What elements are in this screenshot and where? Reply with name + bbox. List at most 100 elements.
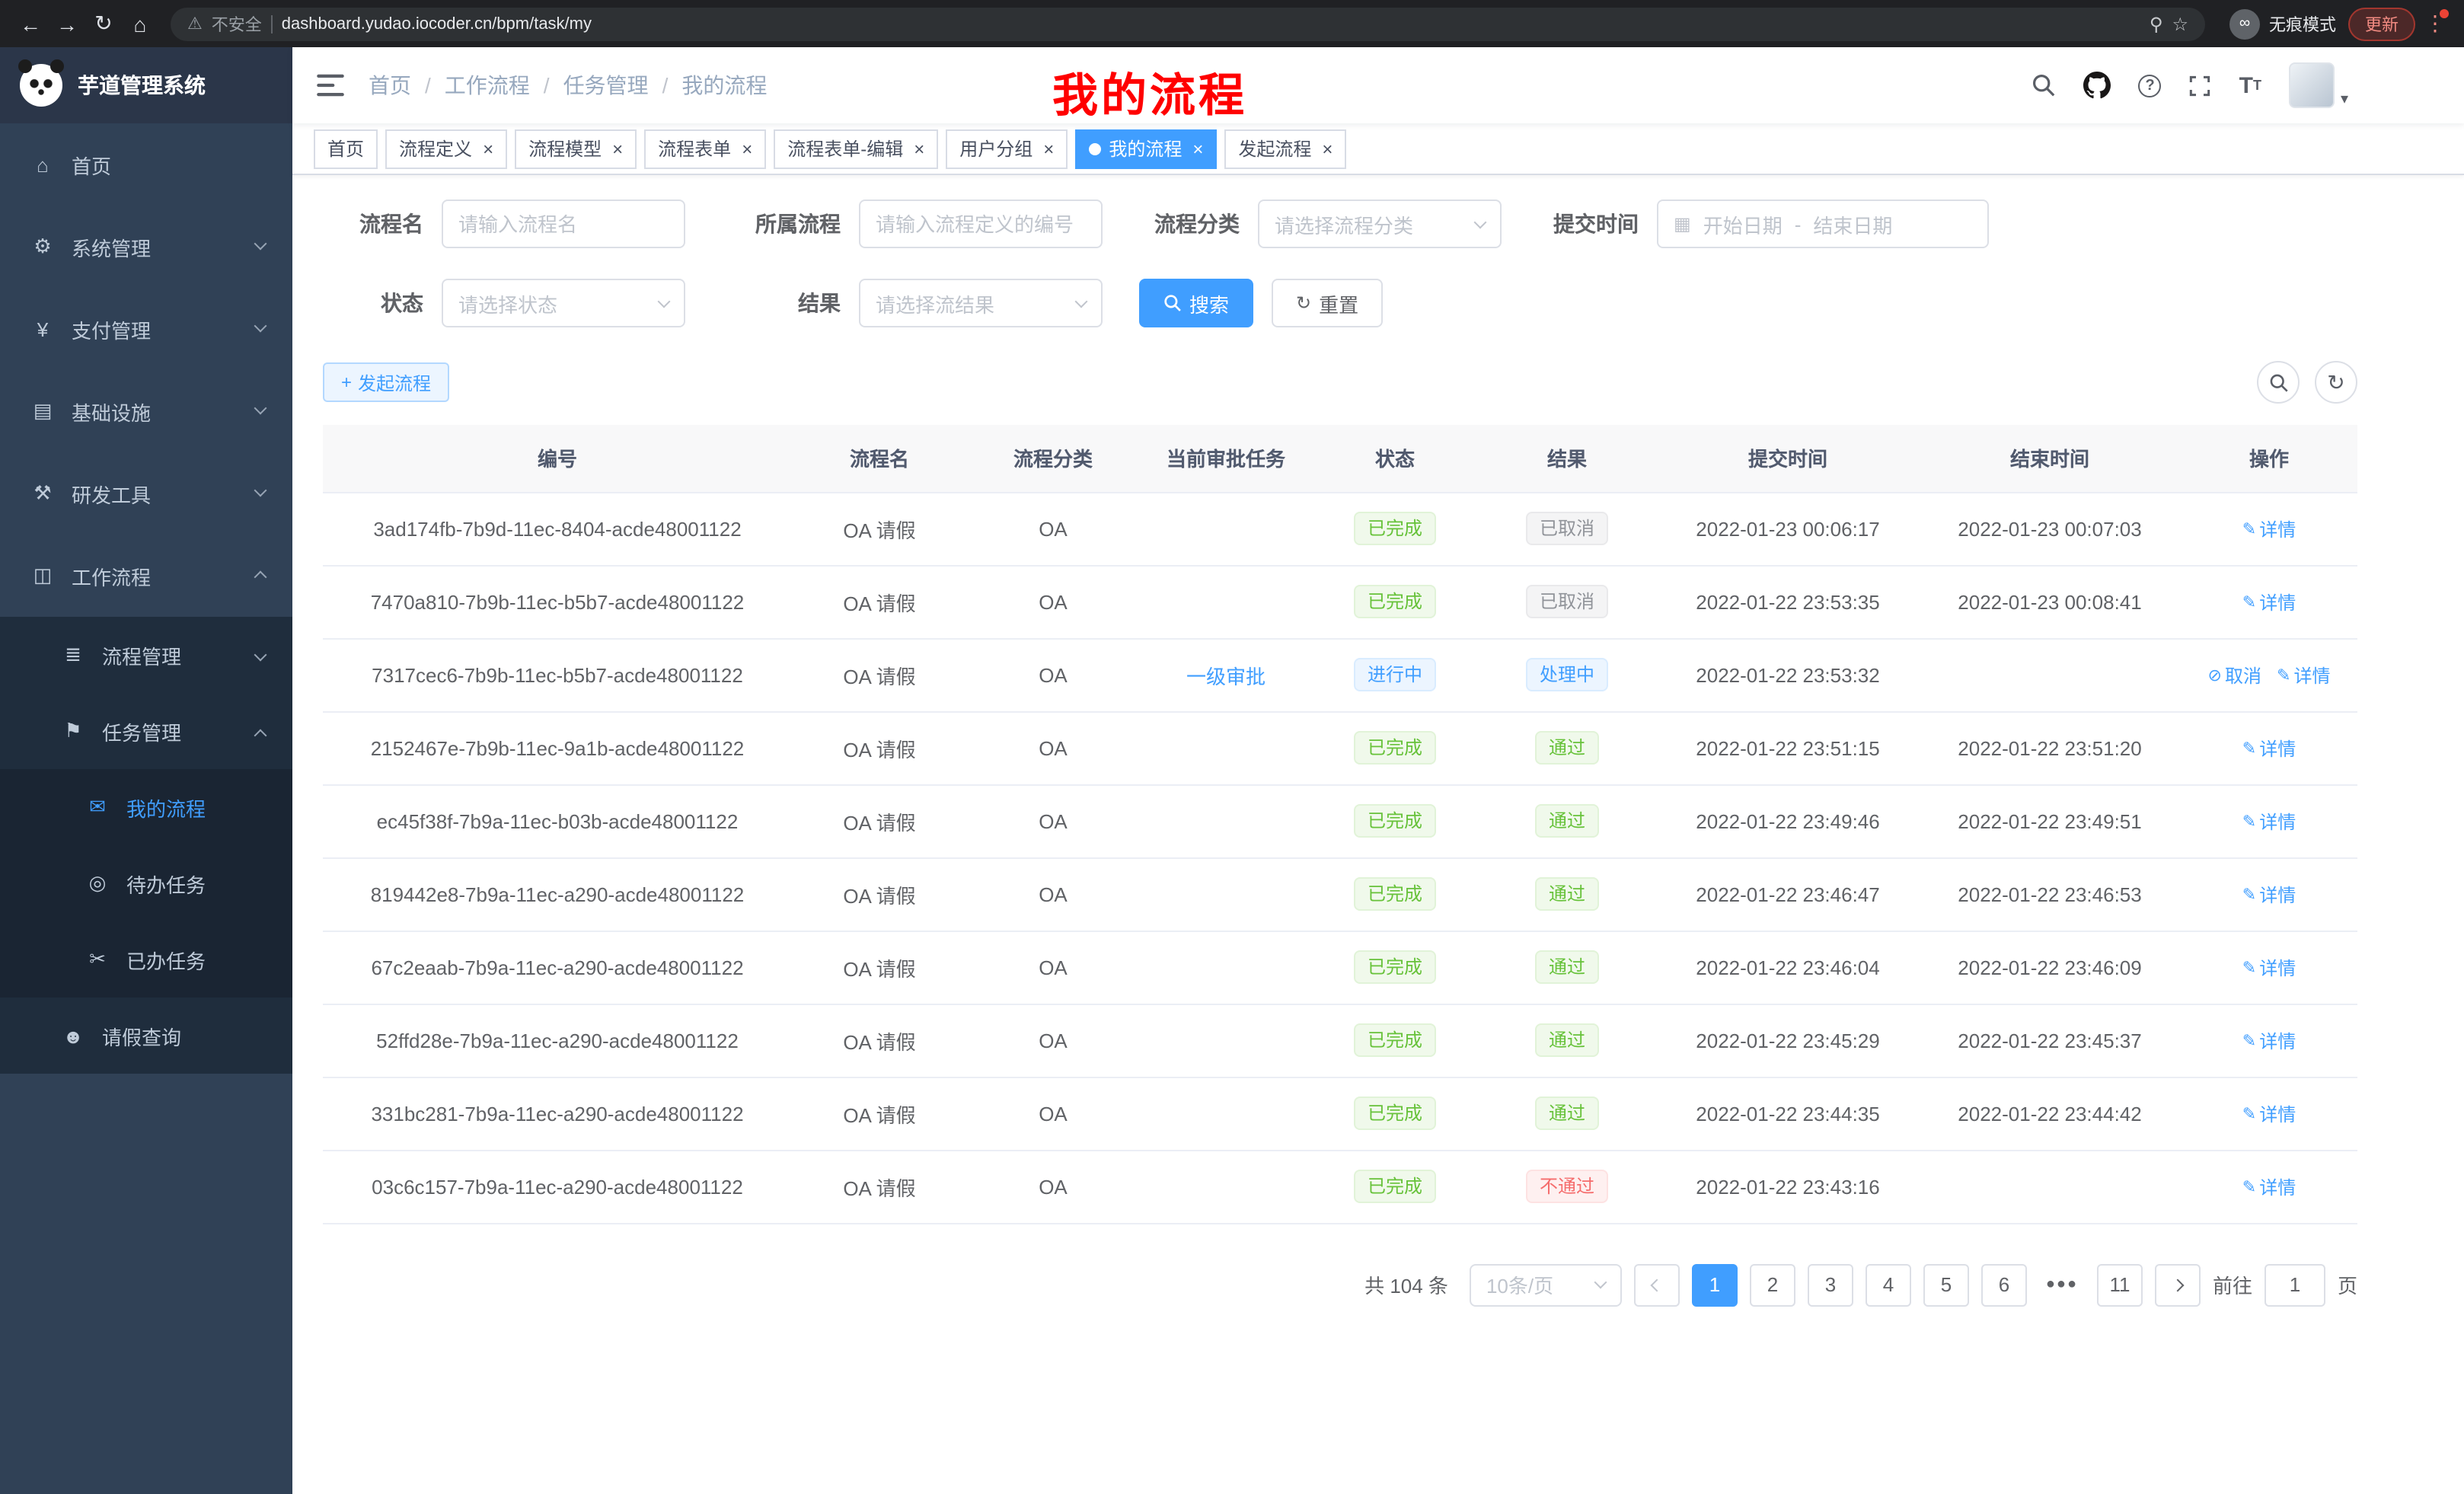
tab-5[interactable]: 用户分组× [946,129,1068,168]
submit-time-range[interactable]: ▦ 开始日期 - 结束日期 [1657,200,1989,248]
process-name-input[interactable] [458,212,669,235]
home-icon[interactable]: ⌂ [122,5,158,42]
detail-button[interactable]: ✎详情 [2242,808,2296,834]
close-icon[interactable]: × [914,139,924,158]
cell-name: OA 请假 [792,565,967,638]
detail-button[interactable]: ✎详情 [2242,1027,2296,1053]
address-bar[interactable]: ⚠ 不安全 dashboard.yudao.iocoder.cn/bpm/tas… [171,7,2205,40]
column-header-5: 结果 [1477,425,1657,492]
sidebar: 芋道管理系统 ⌂首页⚙系统管理¥支付管理▤基础设施⚒研发工具◫工作流程≣流程管理… [0,47,292,1494]
sidebar-item-2[interactable]: ¥支付管理 [0,288,292,370]
action-label: 详情 [2259,516,2296,541]
sidebar-item-6[interactable]: ≣流程管理 [0,617,292,693]
page-button-6[interactable]: 6 [1981,1263,2027,1306]
category-select[interactable]: 请选择流程分类 [1258,200,1502,248]
breadcrumb-item-1[interactable]: 工作流程 [445,70,530,101]
help-icon[interactable]: ? [2139,74,2162,97]
detail-button[interactable]: ✎详情 [2242,881,2296,907]
sidebar-item-0[interactable]: ⌂首页 [0,123,292,206]
close-icon[interactable]: × [612,139,623,158]
fullscreen-icon[interactable] [2189,74,2212,97]
next-page-button[interactable] [2155,1263,2201,1306]
browser-menu-icon[interactable]: ⋮ [2418,5,2452,42]
sidebar-item-11[interactable]: ☻请假查询 [0,998,292,1074]
detail-button[interactable]: ✎详情 [2242,954,2296,980]
cell-actions: ⊘取消 ✎详情 [2181,638,2357,711]
sidebar-item-9[interactable]: ◎待办任务 [0,845,292,921]
tab-1[interactable]: 流程定义× [385,129,507,168]
page-button-5[interactable]: 5 [1923,1263,1969,1306]
sidebar-item-8[interactable]: ✉我的流程 [0,769,292,845]
page-button-3[interactable]: 3 [1808,1263,1853,1306]
forward-icon[interactable]: → [49,5,85,42]
tab-7[interactable]: 发起流程× [1224,129,1346,168]
page-button-2[interactable]: 2 [1750,1263,1795,1306]
goto-page-input[interactable] [2265,1263,2325,1306]
cell-name: OA 请假 [792,1004,967,1077]
bookmark-star-icon[interactable]: ☆ [2172,13,2188,34]
goto-label: 前往 [2213,1270,2252,1299]
github-icon[interactable] [2084,72,2111,99]
reload-icon[interactable]: ↻ [85,5,122,42]
result-select[interactable]: 请选择流结果 [859,279,1103,327]
sidebar-item-3[interactable]: ▤基础设施 [0,370,292,452]
cell-category: OA [967,784,1139,857]
cell-task [1139,492,1313,565]
back-icon[interactable]: ← [12,5,49,42]
prev-page-button[interactable] [1634,1263,1680,1306]
close-icon[interactable]: × [1043,139,1054,158]
cell-submit-time: 2022-01-22 23:46:04 [1657,931,1919,1004]
update-button[interactable]: 更新 [2348,7,2415,40]
payment-icon: ¥ [30,318,55,340]
reset-button[interactable]: ↻ 重置 [1272,279,1383,327]
cancel-button[interactable]: ⊘取消 [2208,662,2261,688]
sidebar-item-label: 请假查询 [102,1021,181,1050]
breadcrumb-item-0[interactable]: 首页 [369,70,411,101]
tab-4[interactable]: 流程表单-编辑× [774,129,938,168]
detail-button[interactable]: ✎详情 [2242,1100,2296,1126]
detail-button[interactable]: ✎详情 [2277,662,2330,688]
cell-submit-time: 2022-01-22 23:49:46 [1657,784,1919,857]
logo-area[interactable]: 芋道管理系统 [0,47,292,123]
user-menu[interactable]: ▾ [2289,62,2348,108]
hamburger-icon[interactable] [317,73,344,97]
search-icon[interactable] [2032,73,2057,97]
page-button-1[interactable]: 1 [1692,1263,1738,1306]
page-annotation: 我的流程 [1052,58,1247,125]
sidebar-item-10[interactable]: ✂已办任务 [0,921,292,998]
detail-button[interactable]: ✎详情 [2242,735,2296,761]
process-def-input[interactable] [876,212,1086,235]
tab-3[interactable]: 流程表单× [644,129,766,168]
detail-button[interactable]: ✎详情 [2242,516,2296,541]
show-search-button[interactable] [2257,361,2300,404]
sidebar-item-label: 首页 [72,150,111,179]
page-button-11[interactable]: 11 [2097,1263,2143,1306]
font-size-icon[interactable]: TT [2239,72,2261,98]
close-icon[interactable]: × [1322,139,1333,158]
close-icon[interactable]: × [742,139,752,158]
tab-2[interactable]: 流程模型× [515,129,637,168]
close-icon[interactable]: × [483,139,493,158]
close-icon[interactable]: × [1192,139,1203,158]
search-button[interactable]: 搜索 [1139,279,1253,327]
page-button-4[interactable]: 4 [1866,1263,1911,1306]
password-key-icon[interactable]: ⚲ [2150,13,2163,34]
sidebar-item-5[interactable]: ◫工作流程 [0,535,292,617]
status-select[interactable]: 请选择状态 [442,279,685,327]
tab-0[interactable]: 首页 [314,129,378,168]
cell-id: 3ad174fb-7b9d-11ec-8404-acde48001122 [323,492,792,565]
cell-submit-time: 2022-01-22 23:51:15 [1657,711,1919,784]
sidebar-item-4[interactable]: ⚒研发工具 [0,452,292,535]
tab-6[interactable]: 我的流程× [1075,129,1217,168]
cell-task [1139,565,1313,638]
refresh-table-button[interactable]: ↻ [2315,361,2357,404]
detail-button[interactable]: ✎详情 [2242,1173,2296,1199]
breadcrumb-item-2[interactable]: 任务管理 [563,70,649,101]
task-link[interactable]: 一级审批 [1186,665,1266,688]
sidebar-item-7[interactable]: ⚑任务管理 [0,693,292,769]
detail-button[interactable]: ✎详情 [2242,589,2296,615]
create-process-button[interactable]: + 发起流程 [323,362,449,402]
sidebar-item-1[interactable]: ⚙系统管理 [0,206,292,288]
gear-icon: ⚙ [30,235,55,259]
page-size-select[interactable]: 10条/页 [1470,1263,1622,1306]
